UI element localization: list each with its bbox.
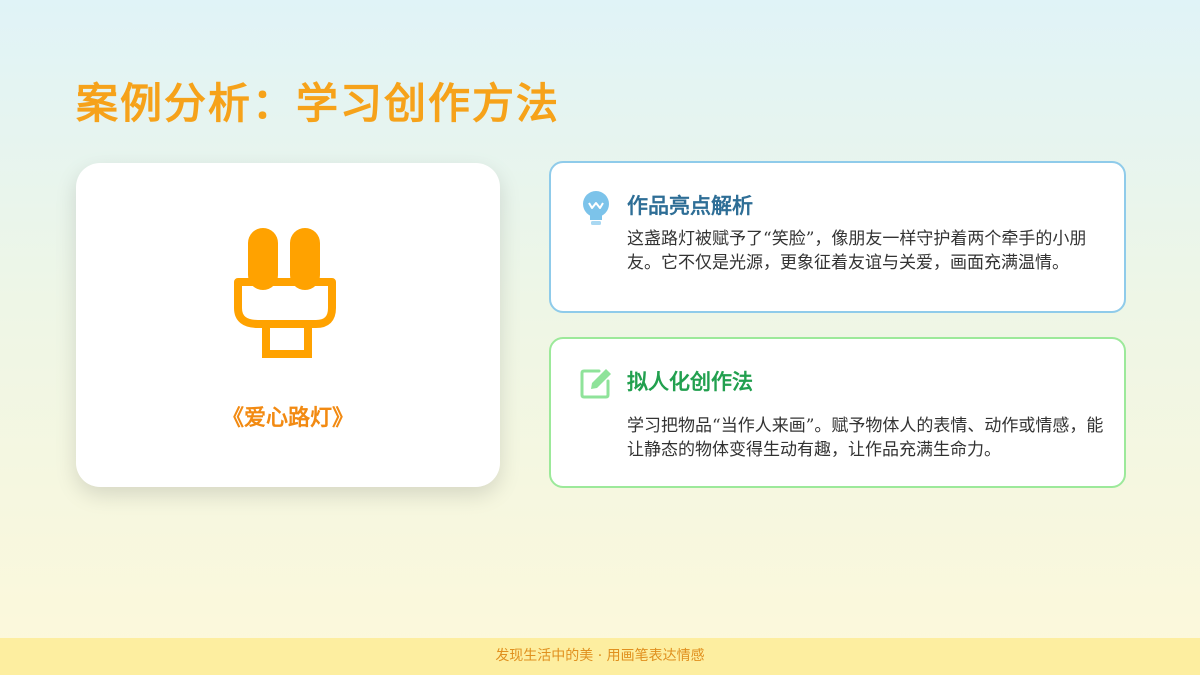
page-title: 案例分析：学习创作方法 — [76, 79, 561, 128]
artwork-caption: 《爱心路灯》 — [221, 405, 354, 431]
method-card: 拟人化创作法 学习把物品“当作人来画”。赋予物体人的表情、动作或情感，能让静态的… — [549, 337, 1126, 488]
footer-banner: 发现生活中的美 · 用画笔表达情感 — [0, 638, 1200, 675]
plug-icon — [234, 228, 336, 358]
highlights-card: 作品亮点解析 这盏路灯被赋予了“笑脸”，像朋友一样守护着两个牵手的小朋友。它不仅… — [549, 161, 1126, 313]
method-heading: 拟人化创作法 — [627, 369, 753, 394]
highlights-heading: 作品亮点解析 — [627, 193, 753, 218]
lightbulb-icon — [583, 191, 609, 225]
highlights-text: 这盏路灯被赋予了“笑脸”，像朋友一样守护着两个牵手的小朋友。它不仅是光源，更象征… — [627, 229, 1087, 273]
method-text: 学习把物品“当作人来画”。赋予物体人的表情、动作或情感，能让静态的物体变得生动有… — [627, 416, 1104, 460]
edit-icon — [580, 369, 611, 399]
